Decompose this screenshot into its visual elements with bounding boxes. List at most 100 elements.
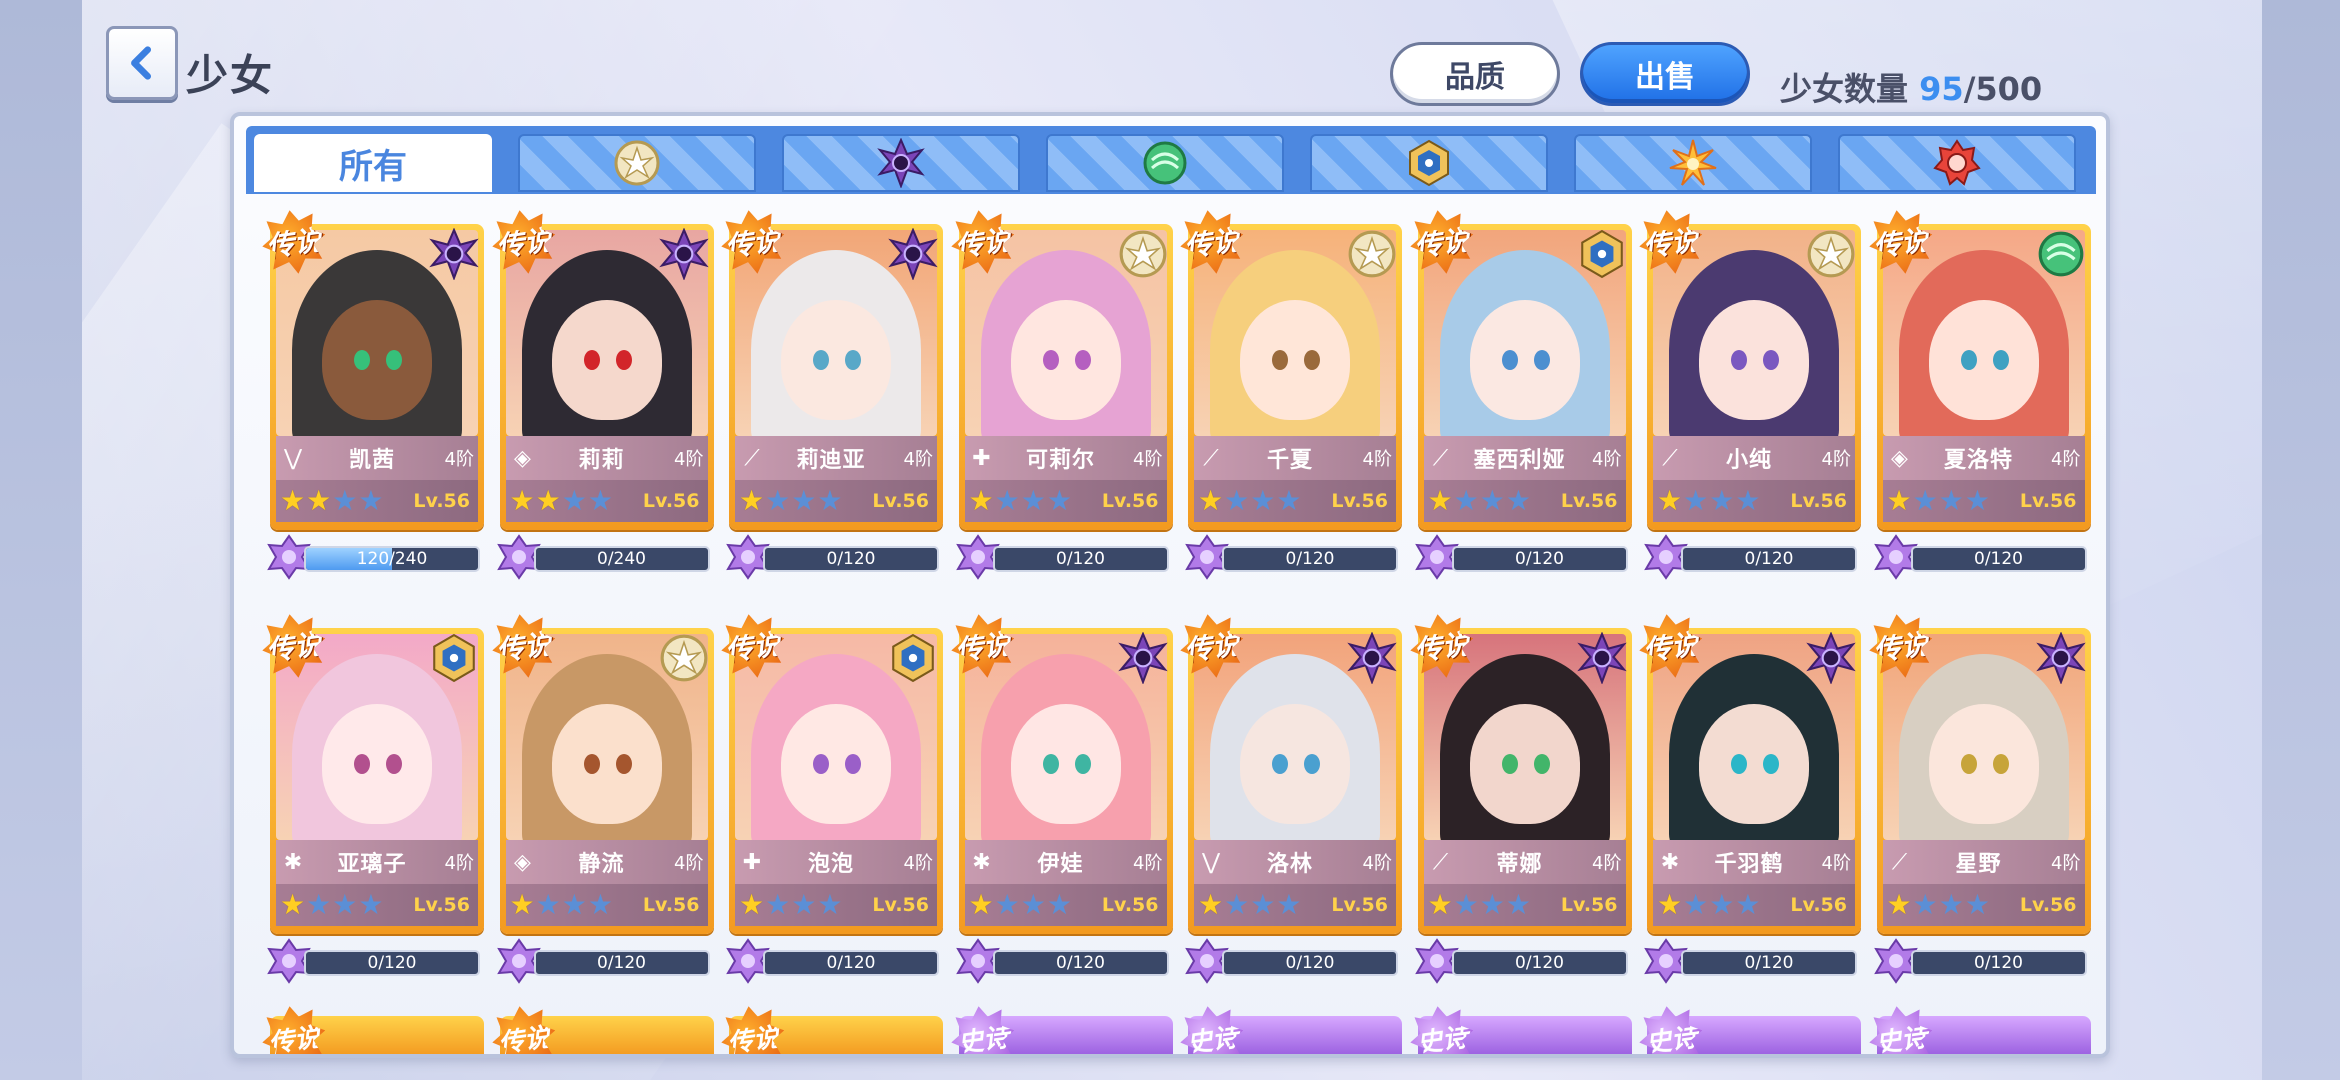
star-bar: ★ ★ ★ ★ Lv.56 <box>1194 480 1396 522</box>
girl-card-partial[interactable]: 传说 <box>729 1016 943 1054</box>
element-badge <box>1805 228 1857 280</box>
girl-card[interactable]: ✚ 泡泡 4阶 ★ ★ ★ ★ Lv.56 传说 <box>729 628 943 934</box>
xp-bar: 0/120 <box>1910 546 2087 572</box>
name-bar: ⟋ 星野 4阶 <box>1882 840 2085 884</box>
girl-card[interactable]: ⟋ 千夏 4阶 ★ ★ ★ ★ Lv.56 传说 <box>1188 224 1402 530</box>
dark-element-icon <box>1576 631 1627 685</box>
character-level: Lv.56 <box>642 490 700 512</box>
tab-ice[interactable] <box>1310 134 1548 192</box>
star-icon: ★ <box>1505 484 1531 517</box>
character-level: Lv.56 <box>872 490 929 512</box>
girl-card[interactable]: ⟋ 星野 4阶 ★ ★ ★ ★ Lv.56 传说 <box>1877 628 2091 934</box>
character-tier: 4阶 <box>1592 853 1622 874</box>
quality-filter-button[interactable]: 品质 <box>1390 42 1560 106</box>
name-bar: ✚ 泡泡 4阶 <box>735 840 937 884</box>
element-tabs: 所有 <box>246 126 2096 194</box>
xp-progress: 0/120 <box>496 938 714 984</box>
light-element-icon <box>1119 230 1166 278</box>
star-icon: ★ <box>1250 484 1276 517</box>
character-name: 亚璃子 <box>337 852 407 877</box>
element-badge <box>428 632 480 684</box>
star-bar: ★ ★ ★ ★ Lv.56 <box>735 884 937 926</box>
girl-card-partial[interactable]: 史诗 <box>959 1016 1173 1054</box>
girl-card[interactable]: ⟋ 小纯 4阶 ★ ★ ★ ★ Lv.56 传说 <box>1647 224 1861 530</box>
tab-wind[interactable] <box>1046 134 1284 192</box>
character-tier: 4阶 <box>903 449 933 470</box>
tab-fire[interactable] <box>1574 134 1812 192</box>
girl-count-separator: / <box>1963 70 1976 108</box>
star-icon: ★ <box>358 888 384 921</box>
girl-card[interactable]: ✱ 亚璃子 4阶 ★ ★ ★ ★ Lv.56 传说 <box>270 628 484 934</box>
xp-text: 0/120 <box>1515 953 1564 973</box>
star-bar: ★ ★ ★ ★ Lv.56 <box>1882 480 2085 522</box>
ice-element-icon <box>1409 139 1449 187</box>
girl-card[interactable]: ⟋ 塞西利娅 4阶 ★ ★ ★ ★ Lv.56 传说 <box>1418 224 1632 530</box>
tab-dark[interactable] <box>782 134 1020 192</box>
girl-card[interactable]: ⟋ 蒂娜 4阶 ★ ★ ★ ★ Lv.56 传说 <box>1418 628 1632 934</box>
girl-card[interactable]: ✱ 伊娃 4阶 ★ ★ ★ ★ Lv.56 传说 <box>959 628 1173 934</box>
element-badge <box>428 227 480 281</box>
character-level: Lv.56 <box>413 894 470 916</box>
star-icon: ★ <box>280 888 306 921</box>
girl-card-partial[interactable]: 传说 <box>270 1016 484 1054</box>
girl-card-partial[interactable]: 史诗 <box>1188 1016 1402 1054</box>
star-bar: ★ ★ ★ ★ Lv.56 <box>1882 884 2085 926</box>
star-rating: ★ ★ ★ ★ <box>1198 487 1301 515</box>
rarity-badge: 史诗 <box>946 1002 1018 1058</box>
element-badge <box>887 632 939 684</box>
tab-all[interactable]: 所有 <box>254 134 492 192</box>
light-element-icon <box>660 634 707 682</box>
girl-card-partial[interactable]: 史诗 <box>1418 1016 1632 1054</box>
character-name: 蒂娜 <box>1496 852 1543 877</box>
mage-class-icon: ✱ <box>1660 849 1680 875</box>
girl-card[interactable]: ◈ 莉莉 4阶 ★ ★ ★ ★ Lv.56 传说 <box>500 224 714 530</box>
tab-light[interactable] <box>518 134 756 192</box>
character-tier: 4阶 <box>444 853 474 874</box>
girl-card-partial[interactable]: 史诗 <box>1877 1016 2091 1054</box>
star-icon: ★ <box>1886 888 1912 921</box>
girl-card[interactable]: ⋁ 凯茜 4阶 ★ ★ ★ ★ Lv.56 传说 <box>270 224 484 530</box>
girl-count: 少女数量 95/500 <box>1780 64 2042 110</box>
star-icon: ★ <box>1912 888 1938 921</box>
star-icon: ★ <box>1224 484 1250 517</box>
back-button[interactable] <box>106 26 178 100</box>
xp-progress: 0/240 <box>496 534 714 580</box>
girl-card[interactable]: ✚ 可莉尔 4阶 ★ ★ ★ ★ Lv.56 传说 <box>959 224 1173 530</box>
character-name: 伊娃 <box>1037 852 1084 877</box>
girl-card[interactable]: ◈ 静流 4阶 ★ ★ ★ ★ Lv.56 传说 <box>500 628 714 934</box>
sell-button[interactable]: 出售 <box>1580 42 1750 106</box>
healer-class-icon: ✚ <box>742 849 762 875</box>
tab-flame[interactable] <box>1838 134 2076 192</box>
character-name: 洛林 <box>1266 852 1313 877</box>
character-level: Lv.56 <box>1560 490 1618 512</box>
star-icon: ★ <box>1479 484 1505 517</box>
mage-class-icon: ✱ <box>283 849 303 875</box>
star-icon: ★ <box>1912 484 1938 517</box>
girl-card[interactable]: ⋁ 洛林 4阶 ★ ★ ★ ★ Lv.56 传说 <box>1188 628 1402 934</box>
star-icon: ★ <box>1224 888 1250 921</box>
girl-card-partial[interactable]: 史诗 <box>1647 1016 1861 1054</box>
girl-card[interactable]: ⟋ 莉迪亚 4阶 ★ ★ ★ ★ Lv.56 传说 <box>729 224 943 530</box>
girl-card-partial[interactable]: 传说 <box>500 1016 714 1054</box>
character-level: Lv.56 <box>1790 490 1847 512</box>
star-icon: ★ <box>1657 888 1683 921</box>
star-icon: ★ <box>306 888 332 921</box>
ranger-class-icon: ⟋ <box>1432 445 1449 471</box>
character-level: Lv.56 <box>2019 490 2077 512</box>
star-icon: ★ <box>509 484 535 517</box>
girl-card[interactable]: ◈ 夏洛特 4阶 ★ ★ ★ ★ Lv.56 传说 <box>1877 224 2091 530</box>
character-level: Lv.56 <box>1560 894 1618 916</box>
star-bar: ★ ★ ★ ★ Lv.56 <box>276 480 478 522</box>
ice-element-icon <box>1580 229 1623 279</box>
rarity-badge: 传说 <box>717 1002 789 1058</box>
element-badge <box>2035 631 2087 685</box>
star-icon: ★ <box>1683 888 1709 921</box>
xp-bar: 0/240 <box>533 546 710 572</box>
character-tier: 4阶 <box>1821 449 1851 470</box>
character-name: 泡泡 <box>807 852 854 877</box>
girl-card[interactable]: ✱ 千羽鹤 4阶 ★ ★ ★ ★ Lv.56 传说 <box>1647 628 1861 934</box>
xp-progress: 0/120 <box>267 938 484 984</box>
girl-count-label: 少女数量 <box>1780 70 1909 108</box>
star-icon: ★ <box>1938 888 1964 921</box>
character-tier: 4阶 <box>1362 449 1392 470</box>
